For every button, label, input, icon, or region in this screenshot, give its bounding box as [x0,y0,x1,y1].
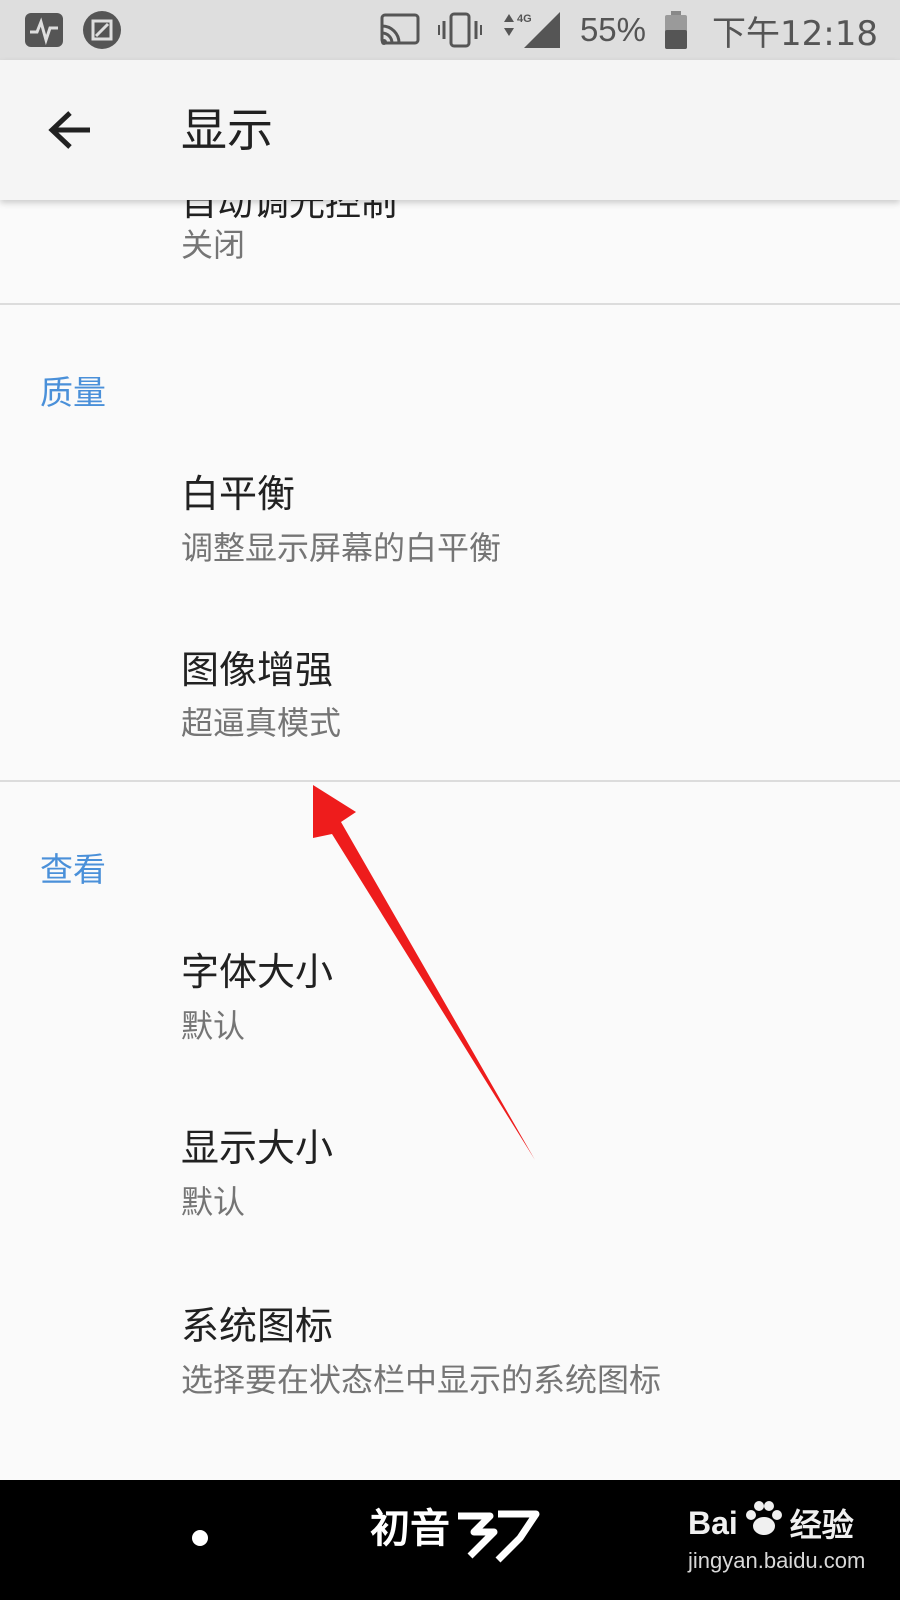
clock: 下午12:18 [712,13,878,54]
network-type: 4G [517,13,532,25]
battery-percent: 55% [579,11,647,48]
baidu-brand-cn: 经验 [789,1507,854,1543]
page-title: 显示 [181,103,273,157]
baidu-watermark: Bai 经验 jingyan.baidu.com [688,1500,865,1574]
pref-summary: 选择要在状态栏中显示的系统图标 [181,1361,662,1399]
nav-dot-icon[interactable] [192,1530,208,1546]
settings-list[interactable]: 自动调光控制 关闭 质量 白平衡 调整显示屏幕的白平衡 图像增强 超逼真模式 查… [0,200,900,1480]
back-button[interactable] [30,90,110,170]
pref-title: 字体大小 [181,950,334,994]
signal-icon: 4G [500,10,562,50]
vibrate-icon [437,11,482,49]
pref-white-balance[interactable]: 白平衡 调整显示屏幕的白平衡 [0,438,900,612]
activity-icon [24,10,64,50]
pref-summary: 超逼真模式 [181,704,342,742]
category-view: 查看 [40,850,106,889]
pref-title: 图像增强 [181,648,334,692]
arrow-left-icon [48,111,90,149]
section-divider [0,780,900,782]
pref-title: 显示大小 [181,1126,334,1170]
battery-icon [664,10,688,50]
pref-summary: 默认 [181,1183,246,1221]
pref-adaptive-brightness[interactable]: 自动调光控制 关闭 [0,200,900,303]
pref-summary: 关闭 [181,226,246,264]
pref-display-size[interactable]: 显示大小 默认 [0,1088,900,1266]
pref-summary: 默认 [181,1007,246,1045]
pref-title: 系统图标 [181,1304,334,1348]
status-bar: 4G 55% 下午12:18 [0,0,900,60]
pref-title: 白平衡 [181,472,296,516]
pref-image-enhancement[interactable]: 图像增强 超逼真模式 [0,612,900,780]
cast-icon [380,13,420,47]
watermark-logo: 初音 [370,1498,540,1578]
paw-icon [744,1500,784,1546]
section-divider [0,303,900,305]
pref-summary: 调整显示屏幕的白平衡 [181,529,502,567]
pref-system-icons[interactable]: 系统图标 选择要在状态栏中显示的系统图标 [0,1266,900,1446]
watermark-text: 初音 [370,1506,450,1552]
pref-font-size[interactable]: 字体大小 默认 [0,916,900,1088]
screenshot-icon [82,10,122,50]
baidu-site: jingyan.baidu.com [688,1548,866,1573]
app-bar: 显示 [0,60,900,200]
baidu-brand: Bai [688,1504,738,1541]
category-quality: 质量 [40,373,106,412]
